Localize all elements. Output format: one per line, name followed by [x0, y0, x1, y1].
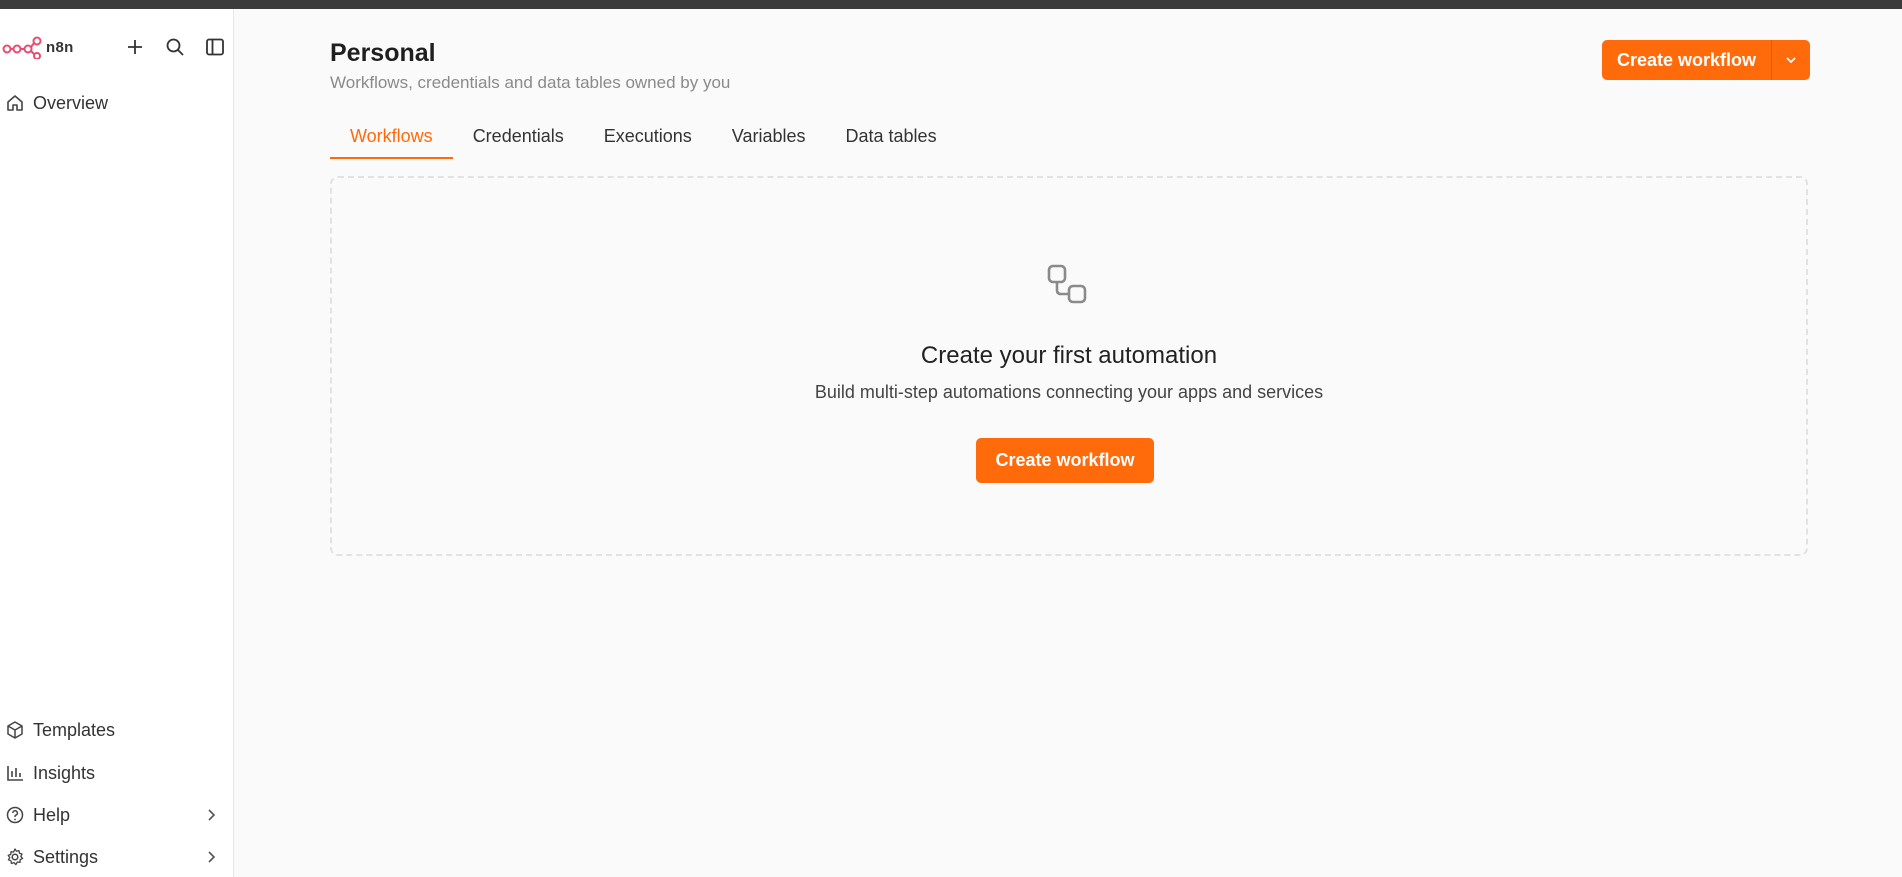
create-options-dropdown-button[interactable] [1772, 40, 1810, 80]
bar-chart-icon [2, 761, 28, 785]
create-workflow-split-button: Create workflow [1602, 40, 1810, 80]
collapse-sidebar-button[interactable] [195, 32, 235, 62]
chevron-right-icon [208, 809, 216, 821]
window-top-bar [0, 0, 1902, 9]
search-icon [166, 38, 184, 56]
chevron-right-icon [208, 851, 216, 863]
n8n-logo-icon [2, 35, 42, 59]
home-icon [2, 91, 28, 115]
tabs: Workflows Credentials Executions Variabl… [330, 122, 957, 159]
create-workflow-button[interactable]: Create workflow [1602, 40, 1772, 80]
chevron-down-icon [1786, 57, 1796, 64]
sidebar-item-insights[interactable]: Insights [0, 754, 234, 792]
sidebar-item-overview[interactable]: Overview [0, 84, 234, 122]
tab-variables[interactable]: Variables [712, 122, 826, 159]
empty-state-card: Create your first automation Build multi… [330, 176, 1808, 556]
brand-name: n8n [46, 38, 74, 56]
tab-workflows[interactable]: Workflows [330, 122, 453, 159]
create-first-workflow-button[interactable]: Create workflow [976, 438, 1154, 483]
tab-executions[interactable]: Executions [584, 122, 712, 159]
sidebar-actions [115, 32, 235, 62]
page-subtitle: Workflows, credentials and data tables o… [330, 73, 731, 92]
workflow-icon [1045, 262, 1089, 306]
tab-data-tables[interactable]: Data tables [826, 122, 957, 159]
sidebar-item-label: Overview [33, 92, 109, 113]
sidebar-item-settings[interactable]: Settings [0, 838, 234, 876]
search-button[interactable] [155, 32, 195, 62]
brand[interactable]: n8n [2, 27, 74, 67]
sidebar-item-label: Help [33, 804, 71, 825]
main-content: Personal Workflows, credentials and data… [234, 9, 1902, 877]
sidebar-item-templates[interactable]: Templates [0, 711, 234, 749]
add-button[interactable] [115, 32, 155, 62]
panel-left-icon [206, 38, 224, 56]
gear-icon [2, 845, 28, 869]
sidebar: n8n Overview Templates Insights Help Set… [0, 9, 234, 877]
page-title: Personal [330, 39, 436, 67]
sidebar-item-label: Templates [33, 719, 116, 740]
plus-icon [128, 40, 142, 54]
sidebar-item-label: Settings [33, 846, 99, 867]
empty-state-description: Build multi-step automations connecting … [814, 382, 1324, 402]
help-circle-icon [2, 803, 28, 827]
box-icon [2, 718, 28, 742]
empty-state-title: Create your first automation [920, 342, 1218, 369]
tab-credentials[interactable]: Credentials [453, 122, 584, 159]
sidebar-item-label: Insights [33, 762, 96, 783]
sidebar-item-help[interactable]: Help [0, 796, 234, 834]
